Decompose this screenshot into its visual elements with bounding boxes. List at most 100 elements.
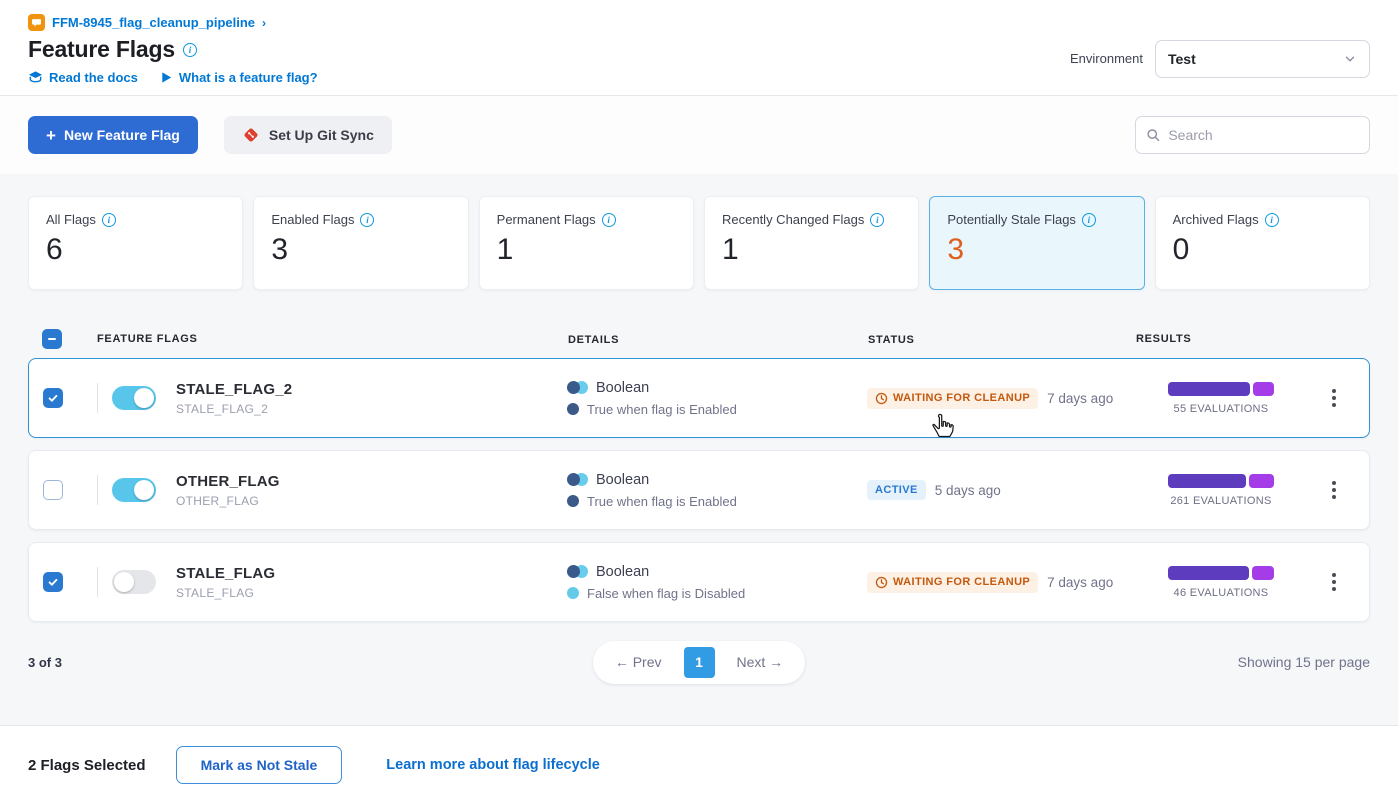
toggle-knob (114, 572, 134, 592)
flag-name[interactable]: STALE_FLAG (176, 565, 275, 582)
environment-value: Test (1168, 51, 1196, 67)
new-feature-flag-label: New Feature Flag (64, 127, 180, 143)
table-header: FEATURE FLAGS DETAILS STATUS RESULTS (28, 320, 1370, 358)
row-checkbox[interactable] (43, 480, 63, 500)
check-icon (47, 576, 59, 588)
git-sync-label: Set Up Git Sync (269, 127, 374, 143)
stat-card-recently-changed-flags[interactable]: Recently Changed Flags i 1 (704, 196, 919, 290)
flag-row-other-flag[interactable]: OTHER_FLAG OTHER_FLAG Boolean True when … (28, 450, 1370, 530)
stat-card-enabled-flags[interactable]: Enabled Flagsi 3 (253, 196, 468, 290)
stat-card-potentially-stale-flags[interactable]: Potentially Stale Flagsi 3 (929, 196, 1144, 290)
environment-label: Environment (1070, 51, 1143, 66)
column-results: RESULTS (1136, 333, 1191, 345)
divider (97, 475, 98, 505)
clock-icon (875, 392, 888, 405)
pagination-summary: 3 of 3 (28, 655, 593, 670)
variation-dot-icon (567, 587, 579, 599)
new-feature-flag-button[interactable]: + New Feature Flag (28, 116, 198, 154)
info-icon[interactable]: i (870, 213, 884, 227)
plus-icon: + (46, 127, 56, 144)
flag-row-stale-flag[interactable]: STALE_FLAG STALE_FLAG Boolean False when… (28, 542, 1370, 622)
evaluations-label: 46 EVALUATIONS (1174, 587, 1269, 599)
environment-select[interactable]: Test (1155, 40, 1370, 78)
divider (97, 383, 98, 413)
breadcrumb-caret-icon: › (262, 16, 266, 30)
info-icon[interactable]: i (1082, 213, 1096, 227)
flag-identifier: OTHER_FLAG (176, 494, 280, 508)
flag-toggle[interactable] (112, 478, 156, 502)
stat-value: 3 (271, 233, 450, 267)
column-feature-flags: FEATURE FLAGS (97, 333, 198, 345)
toolbar: + New Feature Flag Set Up Git Sync (0, 96, 1398, 174)
flag-toggle[interactable] (112, 386, 156, 410)
evaluations-label: 261 EVALUATIONS (1170, 495, 1271, 507)
stat-label: Potentially Stale Flags (947, 212, 1076, 227)
flag-name[interactable]: STALE_FLAG_2 (176, 381, 292, 398)
stat-card-all-flags[interactable]: All Flagsi 6 (28, 196, 243, 290)
stats-row: All Flagsi 6 Enabled Flagsi 3 Permanent … (28, 196, 1370, 290)
row-checkbox[interactable] (43, 572, 63, 592)
flag-kind: Boolean (596, 472, 649, 488)
info-icon[interactable]: i (1265, 213, 1279, 227)
search-icon (1146, 127, 1160, 143)
variation-dot-icon (567, 495, 579, 507)
play-icon (160, 71, 173, 84)
status-badge[interactable]: WAITING FOR CLEANUP (867, 572, 1038, 593)
evaluations-label: 55 EVALUATIONS (1174, 403, 1269, 415)
info-icon[interactable]: i (102, 213, 116, 227)
stat-value: 1 (722, 233, 901, 267)
next-page-button[interactable]: Next → (725, 648, 796, 676)
stat-label: Archived Flags (1173, 212, 1259, 227)
learn-more-link[interactable]: Learn more about flag lifecycle (386, 757, 600, 773)
column-status: STATUS (868, 334, 915, 346)
column-details: DETAILS (568, 334, 619, 346)
status-time: 7 days ago (1047, 575, 1113, 590)
read-docs-link[interactable]: Read the docs (28, 70, 138, 85)
row-menu-button[interactable] (1326, 567, 1342, 597)
stat-card-archived-flags[interactable]: Archived Flags i 0 (1155, 196, 1370, 290)
page-1-button[interactable]: 1 (684, 647, 715, 678)
row-checkbox[interactable] (43, 388, 63, 408)
status-time: 5 days ago (935, 483, 1001, 498)
flag-row-stale-flag-2[interactable]: STALE_FLAG_2 STALE_FLAG_2 Boolean True w… (28, 358, 1370, 438)
search-input[interactable] (1168, 127, 1359, 143)
flag-variation: True when flag is Enabled (587, 402, 737, 417)
toggle-knob (134, 388, 154, 408)
status-badge[interactable]: ACTIVE (867, 480, 926, 500)
boolean-type-icon (567, 473, 588, 486)
boolean-type-icon (567, 381, 588, 394)
select-all-checkbox[interactable] (42, 329, 62, 349)
breadcrumb-label[interactable]: FFM-8945_flag_cleanup_pipeline (52, 15, 255, 30)
chevron-down-icon (1343, 52, 1357, 66)
git-icon (242, 126, 260, 144)
per-page-text: Showing 15 per page (805, 654, 1370, 670)
row-menu-button[interactable] (1326, 475, 1342, 505)
what-is-flag-link[interactable]: What is a feature flag? (160, 70, 318, 85)
mark-not-stale-button[interactable]: Mark as Not Stale (176, 746, 343, 784)
stat-label: All Flags (46, 212, 96, 227)
flag-kind: Boolean (596, 380, 649, 396)
pagination-controls: ← Prev 1 Next → (593, 641, 805, 684)
flag-toggle[interactable] (112, 570, 156, 594)
read-docs-label: Read the docs (49, 70, 138, 85)
breadcrumb[interactable]: FFM-8945_flag_cleanup_pipeline › (28, 14, 318, 31)
git-sync-button[interactable]: Set Up Git Sync (224, 116, 392, 154)
stat-card-permanent-flags[interactable]: Permanent Flagsi 1 (479, 196, 694, 290)
stat-value: 1 (497, 233, 676, 267)
minus-icon (47, 334, 57, 344)
status-time: 7 days ago (1047, 391, 1113, 406)
toggle-knob (134, 480, 154, 500)
info-icon[interactable]: i (602, 213, 616, 227)
search-box (1135, 116, 1370, 154)
stat-label: Recently Changed Flags (722, 212, 864, 227)
status-badge[interactable]: WAITING FOR CLEANUP (867, 388, 1038, 409)
flag-name[interactable]: OTHER_FLAG (176, 473, 280, 490)
pagination: 3 of 3 ← Prev 1 Next → Showing 15 per pa… (28, 636, 1370, 688)
stat-value: 0 (1173, 233, 1352, 267)
row-menu-button[interactable] (1326, 383, 1342, 413)
main-content: All Flagsi 6 Enabled Flagsi 3 Permanent … (0, 174, 1398, 725)
flag-kind: Boolean (596, 564, 649, 580)
prev-page-button[interactable]: ← Prev (603, 648, 674, 676)
info-icon[interactable]: i (360, 213, 374, 227)
title-info-icon[interactable]: i (183, 43, 197, 57)
